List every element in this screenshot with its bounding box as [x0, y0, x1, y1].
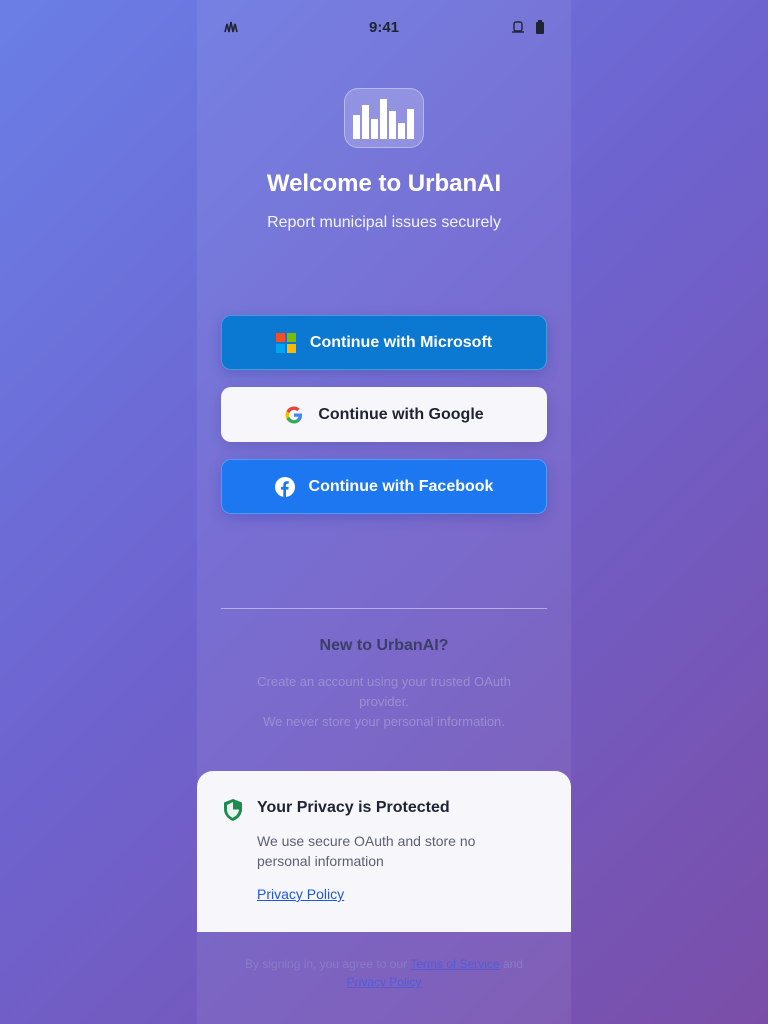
footer-prefix: By signing in, you agree to our: [245, 957, 408, 971]
new-user-text: Create an account using your trusted OAu…: [237, 672, 531, 732]
google-icon: [285, 406, 303, 423]
new-user-title: New to UrbanAI?: [319, 637, 449, 654]
page-subtitle: Report municipal issues securely: [267, 214, 501, 231]
new-user-line-1: Create an account using your trusted OAu…: [257, 674, 511, 709]
app-logo-icon: [353, 99, 414, 139]
google-login-button[interactable]: Continue with Google: [221, 387, 547, 442]
privacy-policy-link[interactable]: Privacy Policy: [257, 886, 344, 902]
footer-privacy-link[interactable]: Privacy Policy: [347, 975, 422, 989]
battery-icon: [536, 20, 544, 34]
terms-footer: By signing in, you agree to our Terms of…: [227, 955, 541, 991]
terms-of-service-link[interactable]: Terms of Service: [410, 957, 499, 971]
app-logo: [344, 88, 424, 148]
microsoft-login-button[interactable]: Continue with Microsoft: [221, 315, 547, 370]
divider: [221, 608, 547, 609]
facebook-login-button[interactable]: Continue with Facebook: [221, 459, 547, 514]
privacy-text: We use secure OAuth and store no persona…: [257, 833, 476, 869]
google-login-label: Continue with Google: [318, 405, 484, 423]
status-icons: [511, 20, 545, 34]
phone-screen: 9:41 Welcome to UrbanAI Report municipal…: [197, 0, 571, 1024]
new-user-line-2: We never store your personal information…: [263, 714, 505, 729]
status-bar: 9:41: [197, 0, 571, 56]
alarm-icon: [512, 21, 524, 33]
privacy-title: Your Privacy is Protected: [257, 799, 450, 816]
facebook-login-label: Continue with Facebook: [308, 477, 494, 495]
privacy-card: Your Privacy is Protected We use secure …: [197, 771, 571, 932]
microsoft-icon: [275, 332, 296, 353]
facebook-icon: [274, 476, 295, 497]
page-title: Welcome to UrbanAI: [266, 170, 502, 197]
footer-and: and: [502, 957, 523, 971]
shield-icon: [224, 799, 242, 821]
microsoft-login-label: Continue with Microsoft: [309, 333, 493, 351]
